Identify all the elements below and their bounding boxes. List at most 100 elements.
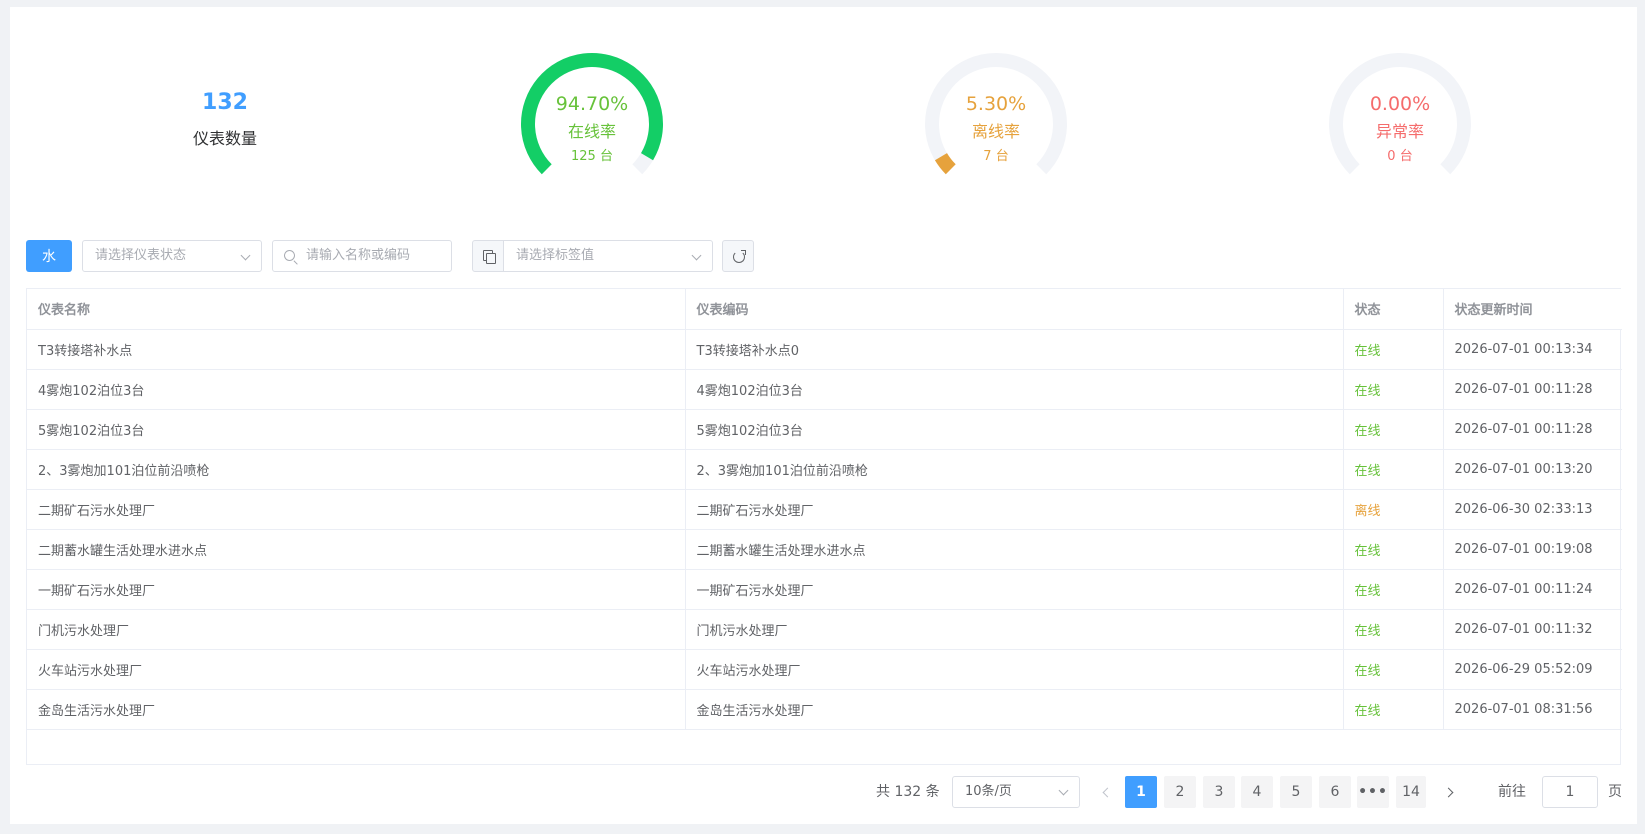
table-row[interactable]: 5雾炮102泊位3台 5雾炮102泊位3台 在线 2026-07-01 00:11:2… xyxy=(27,409,1622,450)
cell-meter-name: 二期矿石污水处理厂 xyxy=(27,489,686,530)
meter-count-label: 仪表数量 xyxy=(192,129,257,148)
cell-update-time: 2026-07-01 00:11:28 xyxy=(1443,409,1622,450)
gauge-label: 异常率 xyxy=(1375,122,1424,141)
cell-meter-name: 金岛生活污水处理厂 xyxy=(27,689,686,730)
cell-meter-name: 二期蓄水罐生活处理水进水点 xyxy=(27,529,686,570)
cell-meter-name: T3转接塔补水点 xyxy=(27,329,686,370)
cell-status: 在线 xyxy=(1343,329,1444,370)
cell-meter-code: 2、3雾炮加101泊位前沿喷枪 xyxy=(685,449,1344,490)
status-select[interactable]: 请选择仪表状态 xyxy=(82,240,262,272)
cell-status: 在线 xyxy=(1343,609,1444,650)
cell-meter-name: 2、3雾炮加101泊位前沿喷枪 xyxy=(27,449,686,490)
cell-status: 在线 xyxy=(1343,649,1444,690)
page-button[interactable]: 3 xyxy=(1203,776,1235,808)
table-row[interactable]: 门机污水处理厂 门机污水处理厂 在线 2026-07-01 00:11:32 xyxy=(27,609,1622,650)
next-page-button[interactable] xyxy=(1436,776,1466,808)
header-meter-name: 仪表名称 xyxy=(27,289,686,330)
gauge-label: 离线率 xyxy=(971,122,1020,141)
page-button[interactable]: 14 xyxy=(1396,776,1426,808)
cell-meter-name: 一期矿石污水处理厂 xyxy=(27,569,686,610)
tag-select-placeholder: 请选择标签值 xyxy=(516,248,595,263)
gauge-label: 在线率 xyxy=(567,122,616,141)
table-row[interactable]: 金岛生活污水处理厂 金岛生活污水处理厂 在线 2026-07-01 08:31:56 xyxy=(27,689,1622,730)
gauge-units: 7 台 xyxy=(983,149,1009,164)
cell-meter-name: 4雾炮102泊位3台 xyxy=(27,369,686,410)
main-card: 132 仪表数量 94.70% 在线率 125 台 5.30% 离线率 7 台 … xyxy=(10,7,1637,824)
cell-update-time: 2026-06-30 02:33:13 xyxy=(1443,489,1622,530)
page-button[interactable]: 4 xyxy=(1241,776,1273,808)
goto-label: 前往 xyxy=(1498,784,1526,800)
cell-meter-name: 5雾炮102泊位3台 xyxy=(27,409,686,450)
gauge-units: 0 台 xyxy=(1387,149,1413,164)
page-button[interactable]: 1 xyxy=(1125,776,1157,808)
gauge-online-rate: 94.70% 在线率 125 台 xyxy=(502,44,682,194)
gauge-percent: 0.00% xyxy=(1369,93,1431,115)
cell-meter-code: 金岛生活污水处理厂 xyxy=(685,689,1344,730)
refresh-button[interactable] xyxy=(722,240,754,272)
table-row[interactable]: 二期蓄水罐生活处理水进水点 二期蓄水罐生活处理水进水点 在线 2026-07-01 0… xyxy=(27,529,1622,570)
cell-meter-code: 门机污水处理厂 xyxy=(685,609,1344,650)
more-pages-button[interactable]: ••• xyxy=(1357,776,1389,808)
cell-status: 在线 xyxy=(1343,369,1444,410)
meter-count-block: 132 仪表数量 xyxy=(130,89,320,149)
page-button[interactable]: 5 xyxy=(1280,776,1312,808)
cell-meter-code: 二期矿石污水处理厂 xyxy=(685,489,1344,530)
cell-meter-name: 门机污水处理厂 xyxy=(27,609,686,650)
chevron-down-icon xyxy=(691,250,702,261)
filter-toolbar: 水 请选择仪表状态 请输入名称或编码 请选择标签值 xyxy=(26,240,1626,272)
chevron-down-icon xyxy=(1058,785,1069,796)
gauge-units: 125 台 xyxy=(571,149,613,164)
prev-page-button[interactable] xyxy=(1092,776,1122,808)
stats-row: 132 仪表数量 94.70% 在线率 125 台 5.30% 离线率 7 台 … xyxy=(10,7,1637,222)
cell-status: 离线 xyxy=(1343,489,1444,530)
cell-meter-name: 火车站污水处理厂 xyxy=(27,649,686,690)
cell-update-time: 2026-06-29 05:52:09 xyxy=(1443,649,1622,690)
gauge-percent: 94.70% xyxy=(555,93,629,115)
cell-status: 在线 xyxy=(1343,689,1444,730)
search-placeholder: 请输入名称或编码 xyxy=(306,248,411,263)
cell-status: 在线 xyxy=(1343,569,1444,610)
header-meter-code: 仪表编码 xyxy=(685,289,1344,330)
table-row[interactable]: 二期矿石污水处理厂 二期矿石污水处理厂 离线 2026-06-30 02:33:13 xyxy=(27,489,1622,530)
header-update-time: 状态更新时间 xyxy=(1443,289,1622,330)
cell-meter-code: 5雾炮102泊位3台 xyxy=(685,409,1344,450)
table-row[interactable]: T3转接塔补水点 T3转接塔补水点0 在线 2026-07-01 00:13:34 xyxy=(27,329,1622,370)
copy-button[interactable] xyxy=(472,240,504,272)
meter-count-value: 132 xyxy=(202,90,248,115)
cell-update-time: 2026-07-01 00:13:20 xyxy=(1443,449,1622,490)
cell-meter-code: T3转接塔补水点0 xyxy=(685,329,1344,370)
chevron-down-icon xyxy=(240,250,251,261)
table-row[interactable]: 一期矿石污水处理厂 一期矿石污水处理厂 在线 2026-07-01 00:11:24 xyxy=(27,569,1622,610)
status-select-placeholder: 请选择仪表状态 xyxy=(95,248,187,263)
gauge-offline-rate: 5.30% 离线率 7 台 xyxy=(906,44,1086,194)
page-size-select[interactable]: 10条/页 xyxy=(952,776,1080,808)
chevron-right-icon xyxy=(1443,787,1454,798)
cell-update-time: 2026-07-01 00:11:24 xyxy=(1443,569,1622,610)
table-header-row: 仪表名称 仪表编码 状态 状态更新时间 xyxy=(27,289,1622,330)
cell-update-time: 2026-07-01 00:13:34 xyxy=(1443,329,1622,370)
cell-meter-code: 二期蓄水罐生活处理水进水点 xyxy=(685,529,1344,570)
goto-unit: 页 xyxy=(1608,784,1622,800)
total-count: 共 132 条 xyxy=(876,784,940,800)
pagination: 共 132 条 10条/页 1 2 3 4 5 6 ••• 14 前往 1 页 xyxy=(10,776,1637,808)
cell-status: 在线 xyxy=(1343,409,1444,450)
header-status: 状态 xyxy=(1343,289,1444,330)
cell-status: 在线 xyxy=(1343,529,1444,570)
cell-meter-code: 火车站污水处理厂 xyxy=(685,649,1344,690)
meter-type-button[interactable]: 水 xyxy=(26,240,72,272)
cell-meter-code: 一期矿石污水处理厂 xyxy=(685,569,1344,610)
page-button[interactable]: 6 xyxy=(1319,776,1351,808)
table-row[interactable]: 火车站污水处理厂 火车站污水处理厂 在线 2026-06-29 05:52:09 xyxy=(27,649,1622,690)
chevron-left-icon xyxy=(1102,787,1113,798)
tag-select[interactable]: 请选择标签值 xyxy=(503,240,713,272)
goto-page-input[interactable]: 1 xyxy=(1542,776,1598,808)
table-row[interactable]: 4雾炮102泊位3台 4雾炮102泊位3台 在线 2026-07-01 00:11:2… xyxy=(27,369,1622,410)
refresh-icon xyxy=(733,250,746,263)
page-button[interactable]: 2 xyxy=(1164,776,1196,808)
cell-meter-code: 4雾炮102泊位3台 xyxy=(685,369,1344,410)
page-size-value: 10条/页 xyxy=(965,784,1012,799)
search-input[interactable]: 请输入名称或编码 xyxy=(272,240,452,272)
meter-table: 仪表名称 仪表编码 状态 状态更新时间 T3转接塔补水点 T3转接塔补水点0 在线 2… xyxy=(26,288,1622,765)
table-row[interactable]: 2、3雾炮加101泊位前沿喷枪 2、3雾炮加101泊位前沿喷枪 在线 2026-07-… xyxy=(27,449,1622,490)
cell-update-time: 2026-07-01 08:31:56 xyxy=(1443,689,1622,730)
